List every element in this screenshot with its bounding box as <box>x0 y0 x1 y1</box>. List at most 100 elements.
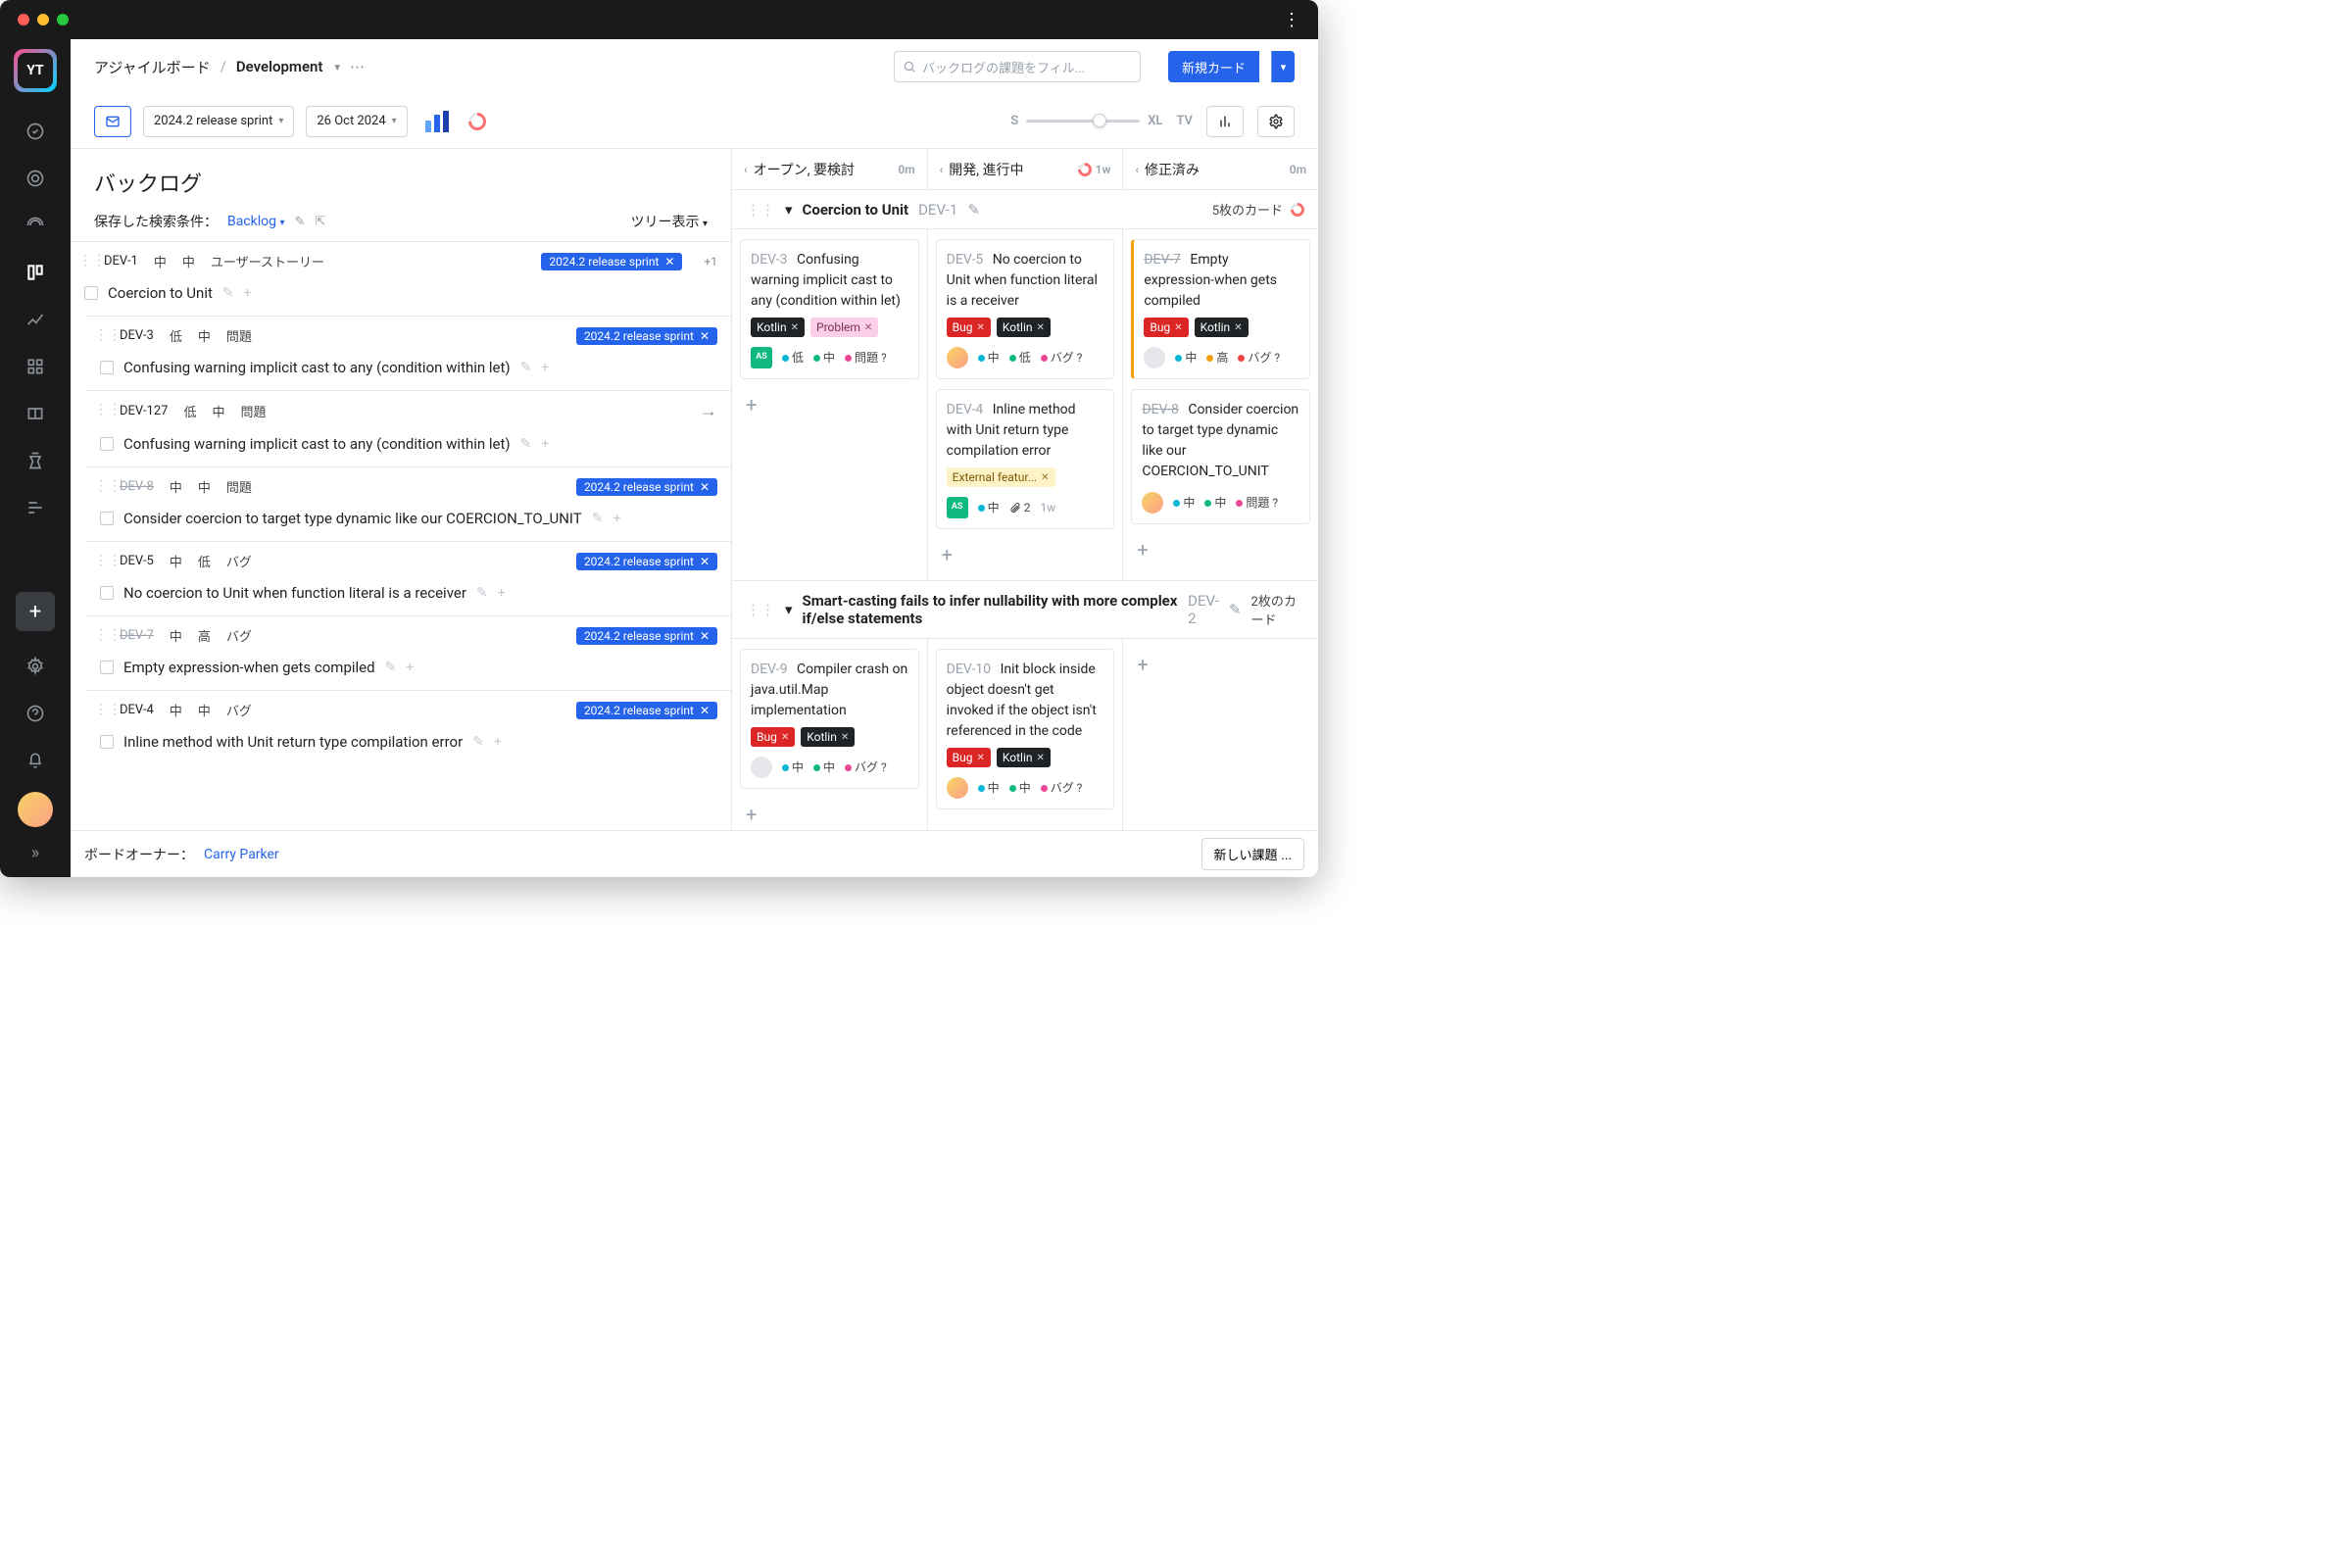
column-header[interactable]: ‹ 修正済み 0m <box>1122 149 1318 189</box>
nav-knowledge[interactable] <box>16 394 55 433</box>
checkbox[interactable] <box>100 735 114 749</box>
collapse-sidebar-icon[interactable]: » <box>31 843 39 863</box>
edit-icon[interactable]: ✎ <box>967 201 980 219</box>
column-header[interactable]: ‹ 開発, 進行中 1w <box>927 149 1123 189</box>
issue-id[interactable]: DEV-7 <box>120 628 154 643</box>
issue-id[interactable]: DEV-3 <box>120 328 154 343</box>
checkbox[interactable] <box>100 361 114 374</box>
close-icon[interactable]: ✕ <box>977 320 985 335</box>
issue-title[interactable]: Inline method with Unit return type comp… <box>123 733 463 751</box>
card-id[interactable]: DEV-5 <box>947 252 984 268</box>
issue-title[interactable]: Empty expression-when gets compiled <box>123 659 375 676</box>
backlog-item[interactable]: ⋮⋮ DEV-5 中 低 バグ 2024.2 release sprint ✕ … <box>86 541 731 615</box>
window-menu-icon[interactable]: ⋮ <box>1283 10 1300 30</box>
sprint-tag[interactable]: 2024.2 release sprint ✕ <box>576 627 717 645</box>
saved-search-value[interactable]: Backlog ▾ <box>227 214 285 229</box>
sprint-tag[interactable]: 2024.2 release sprint ✕ <box>576 327 717 345</box>
board-card[interactable]: DEV-8 Consider coercion to target type d… <box>1131 389 1310 524</box>
close-icon[interactable]: ✕ <box>1234 320 1242 335</box>
nav-notifications[interactable] <box>16 741 55 780</box>
issue-title[interactable]: Confusing warning implicit cast to any (… <box>123 359 511 376</box>
nav-help[interactable] <box>16 694 55 733</box>
backlog-item[interactable]: ⋮⋮ DEV-3 低 中 問題 2024.2 release sprint ✕ … <box>86 316 731 390</box>
edit-icon[interactable]: ✎ <box>520 436 532 452</box>
swimlane-id[interactable]: DEV-2 <box>1188 592 1219 627</box>
tag-bug[interactable]: Bug ✕ <box>947 318 991 337</box>
board-card[interactable]: DEV-3 Confusing warning implicit cast to… <box>740 239 919 379</box>
sprint-tag[interactable]: 2024.2 release sprint ✕ <box>576 702 717 719</box>
zoom-slider[interactable]: S XL <box>1010 114 1162 128</box>
close-icon[interactable]: ✕ <box>700 329 710 343</box>
user-avatar[interactable] <box>18 792 53 827</box>
chevron-left-icon[interactable]: ‹ <box>1135 163 1139 176</box>
board-scroll[interactable]: ⋮⋮ ▾ Coercion to Unit DEV-1 ✎ 5枚のカードDEV-… <box>732 190 1318 830</box>
close-icon[interactable]: ✕ <box>700 555 710 568</box>
maximize-window-icon[interactable] <box>57 14 69 25</box>
issue-title[interactable]: Coercion to Unit <box>108 284 213 302</box>
add-icon[interactable]: + <box>498 585 506 601</box>
assignee-avatar[interactable] <box>1142 492 1163 514</box>
add-icon[interactable]: + <box>612 511 620 526</box>
drag-handle-icon[interactable]: ⋮⋮ <box>94 553 122 568</box>
add-icon[interactable]: + <box>541 436 549 452</box>
backlog-item[interactable]: ⋮⋮ DEV-1 中 中 ユーザーストーリー 2024.2 release sp… <box>71 241 731 316</box>
close-window-icon[interactable] <box>18 14 29 25</box>
edit-icon[interactable]: ✎ <box>222 285 234 301</box>
issue-id[interactable]: DEV-8 <box>120 479 154 494</box>
checkbox[interactable] <box>84 286 98 300</box>
pie-chart-icon[interactable] <box>465 109 489 133</box>
close-icon[interactable]: ✕ <box>700 704 710 717</box>
sidebar-add-button[interactable]: + <box>16 592 55 631</box>
close-icon[interactable]: ✕ <box>864 320 872 335</box>
checkbox[interactable] <box>100 437 114 451</box>
edit-icon[interactable]: ✎ <box>295 215 306 229</box>
close-icon[interactable]: ✕ <box>791 320 799 335</box>
issue-title[interactable]: Consider coercion to target type dynamic… <box>123 510 582 527</box>
add-card-button[interactable]: + <box>936 819 1115 830</box>
close-icon[interactable]: ✕ <box>1037 320 1045 335</box>
tree-view-toggle[interactable]: ツリー表示 ▾ <box>630 212 708 231</box>
nav-timeline[interactable] <box>16 206 55 245</box>
edit-icon[interactable]: ✎ <box>476 585 488 601</box>
backlog-item[interactable]: ⋮⋮ DEV-7 中 高 バグ 2024.2 release sprint ✕ … <box>86 615 731 690</box>
card-id[interactable]: DEV-7 <box>1144 252 1181 268</box>
close-icon[interactable]: ✕ <box>841 730 849 745</box>
checkbox[interactable] <box>100 512 114 525</box>
nav-gantt[interactable] <box>16 488 55 527</box>
board-card[interactable]: DEV-7 Empty expression-when gets compile… <box>1131 239 1310 379</box>
issue-id[interactable]: DEV-1 <box>104 254 138 269</box>
column-header[interactable]: ‹ オープン, 要検討 0m <box>732 149 927 189</box>
tag-bug[interactable]: Bug ✕ <box>751 727 795 747</box>
close-icon[interactable]: ✕ <box>781 730 789 745</box>
add-card-button[interactable]: + <box>936 539 1115 570</box>
board-card[interactable]: DEV-9 Compiler crash on java.util.Map im… <box>740 649 919 789</box>
edit-icon[interactable]: ✎ <box>592 511 604 526</box>
card-id[interactable]: DEV-8 <box>1142 402 1179 417</box>
edit-icon[interactable]: ✎ <box>1229 601 1242 618</box>
new-card-dropdown[interactable]: ▾ <box>1271 51 1295 82</box>
add-icon[interactable]: + <box>494 734 502 750</box>
close-icon[interactable]: ✕ <box>977 751 985 765</box>
sprint-select[interactable]: 2024.2 release sprint▾ <box>143 106 294 137</box>
mail-button[interactable] <box>94 106 131 137</box>
drag-handle-icon[interactable]: ⋮⋮ <box>94 478 122 494</box>
new-card-button[interactable]: 新規カード <box>1168 51 1259 82</box>
chevron-down-icon[interactable]: ▾ <box>785 601 793 618</box>
tag-kotlin[interactable]: Kotlin ✕ <box>997 318 1051 337</box>
add-card-button[interactable]: + <box>1131 534 1310 565</box>
edit-icon[interactable]: ✎ <box>472 734 484 750</box>
sprint-tag[interactable]: 2024.2 release sprint ✕ <box>576 553 717 570</box>
issue-title[interactable]: No coercion to Unit when function litera… <box>123 584 466 602</box>
close-icon[interactable]: ✕ <box>1037 751 1045 765</box>
drag-handle-icon[interactable]: ⋮⋮ <box>78 253 106 269</box>
settings-button[interactable] <box>1257 106 1295 137</box>
close-icon[interactable]: ✕ <box>700 480 710 494</box>
nav-dashboard[interactable] <box>16 112 55 151</box>
chevron-down-icon[interactable]: ▾ <box>334 61 340 74</box>
assignee-avatar[interactable] <box>947 347 968 368</box>
new-issue-button[interactable]: 新しい課題 ... <box>1201 838 1304 870</box>
arrow-right-icon[interactable]: → <box>700 401 717 421</box>
edit-icon[interactable]: ✎ <box>385 660 397 675</box>
owner-value[interactable]: Carry Parker <box>204 847 279 862</box>
drag-handle-icon[interactable]: ⋮⋮ <box>746 601 775 618</box>
